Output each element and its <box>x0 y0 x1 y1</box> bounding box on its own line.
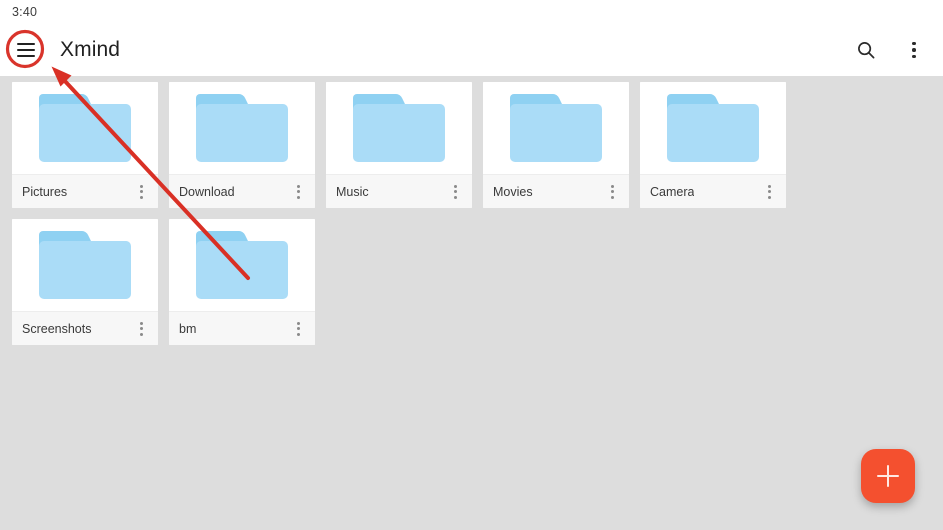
folder-thumbnail <box>12 82 158 174</box>
folder-card-footer: Music <box>326 174 472 208</box>
folder-icon <box>196 94 288 162</box>
kebab-dot <box>296 321 300 325</box>
folder-icon <box>39 231 131 299</box>
folder-body <box>353 104 445 162</box>
more-vertical-icon[interactable] <box>287 316 309 342</box>
folder-icon <box>196 231 288 299</box>
kebab-dot <box>296 195 300 199</box>
folder-icon <box>510 94 602 162</box>
more-vertical-icon[interactable] <box>899 35 929 65</box>
kebab-dot <box>139 327 143 330</box>
hamburger-line <box>17 49 35 51</box>
folder-card-footer: Camera <box>640 174 786 208</box>
more-vertical-icon[interactable] <box>287 179 309 205</box>
kebab-dot <box>767 184 771 188</box>
folder-name: Camera <box>650 184 695 199</box>
folder-card[interactable]: Screenshots <box>12 219 158 345</box>
more-vertical-icon[interactable] <box>130 179 152 205</box>
folder-body <box>667 104 759 162</box>
kebab-dot <box>912 54 916 59</box>
folder-name: Screenshots <box>22 321 92 336</box>
more-vertical-icon[interactable] <box>444 179 466 205</box>
folder-name: Music <box>336 184 369 199</box>
kebab-dot <box>767 195 771 199</box>
folder-card[interactable]: Camera <box>640 82 786 208</box>
folder-name: Download <box>179 184 235 199</box>
kebab-dot <box>912 41 916 46</box>
page-title: Xmind <box>60 38 121 61</box>
kebab-dot <box>296 332 300 336</box>
kebab-dot <box>610 184 614 188</box>
kebab-dot <box>139 190 143 193</box>
folder-card[interactable]: Pictures <box>12 82 158 208</box>
kebab-dot <box>610 195 614 199</box>
folder-card-footer: Movies <box>483 174 629 208</box>
folder-body <box>39 104 131 162</box>
folder-body <box>196 104 288 162</box>
folder-icon <box>667 94 759 162</box>
folder-card[interactable]: Movies <box>483 82 629 208</box>
search-icon[interactable] <box>851 35 881 65</box>
folder-name: Pictures <box>22 184 68 199</box>
folder-icon <box>39 94 131 162</box>
kebab-dot <box>610 190 614 193</box>
folder-grid: Pictures Download Music Movies Camera Sc… <box>0 82 943 345</box>
more-vertical-icon[interactable] <box>601 179 623 205</box>
folder-thumbnail <box>326 82 472 174</box>
kebab-dot <box>139 184 143 188</box>
kebab-dot <box>139 195 143 199</box>
folder-thumbnail <box>12 219 158 311</box>
status-bar-time: 3:40 <box>12 5 38 19</box>
kebab-dot <box>139 332 143 336</box>
kebab-dot <box>453 190 457 193</box>
status-bar: 3:40 <box>0 0 943 24</box>
kebab-dot <box>296 184 300 188</box>
folder-card-footer: Download <box>169 174 315 208</box>
folder-card-footer: Pictures <box>12 174 158 208</box>
more-vertical-icon[interactable] <box>758 179 780 205</box>
folder-name: Movies <box>493 184 533 199</box>
kebab-dot <box>453 184 457 188</box>
folder-card[interactable]: bm <box>169 219 315 345</box>
file-browser-content: Pictures Download Music Movies Camera Sc… <box>0 76 943 530</box>
more-vertical-icon[interactable] <box>130 316 152 342</box>
folder-thumbnail <box>483 82 629 174</box>
kebab-dot <box>912 48 916 52</box>
folder-name: bm <box>179 321 197 336</box>
kebab-dot <box>767 190 771 193</box>
folder-icon <box>353 94 445 162</box>
folder-card[interactable]: Music <box>326 82 472 208</box>
kebab-dot <box>139 321 143 325</box>
app-toolbar: Xmind <box>0 24 943 76</box>
folder-thumbnail <box>169 82 315 174</box>
toolbar-actions <box>851 35 929 65</box>
folder-card-footer: bm <box>169 311 315 345</box>
folder-card-footer: Screenshots <box>12 311 158 345</box>
folder-thumbnail <box>169 219 315 311</box>
hamburger-menu-icon[interactable] <box>8 32 44 68</box>
kebab-dot <box>296 327 300 330</box>
kebab-dot <box>453 195 457 199</box>
folder-card[interactable]: Download <box>169 82 315 208</box>
folder-body <box>510 104 602 162</box>
folder-body <box>39 241 131 299</box>
hamburger-line <box>17 55 35 57</box>
folder-body <box>196 241 288 299</box>
hamburger-line <box>17 43 35 45</box>
add-button[interactable] <box>861 449 915 503</box>
plus-icon <box>886 465 890 487</box>
folder-thumbnail <box>640 82 786 174</box>
kebab-dot <box>296 190 300 193</box>
